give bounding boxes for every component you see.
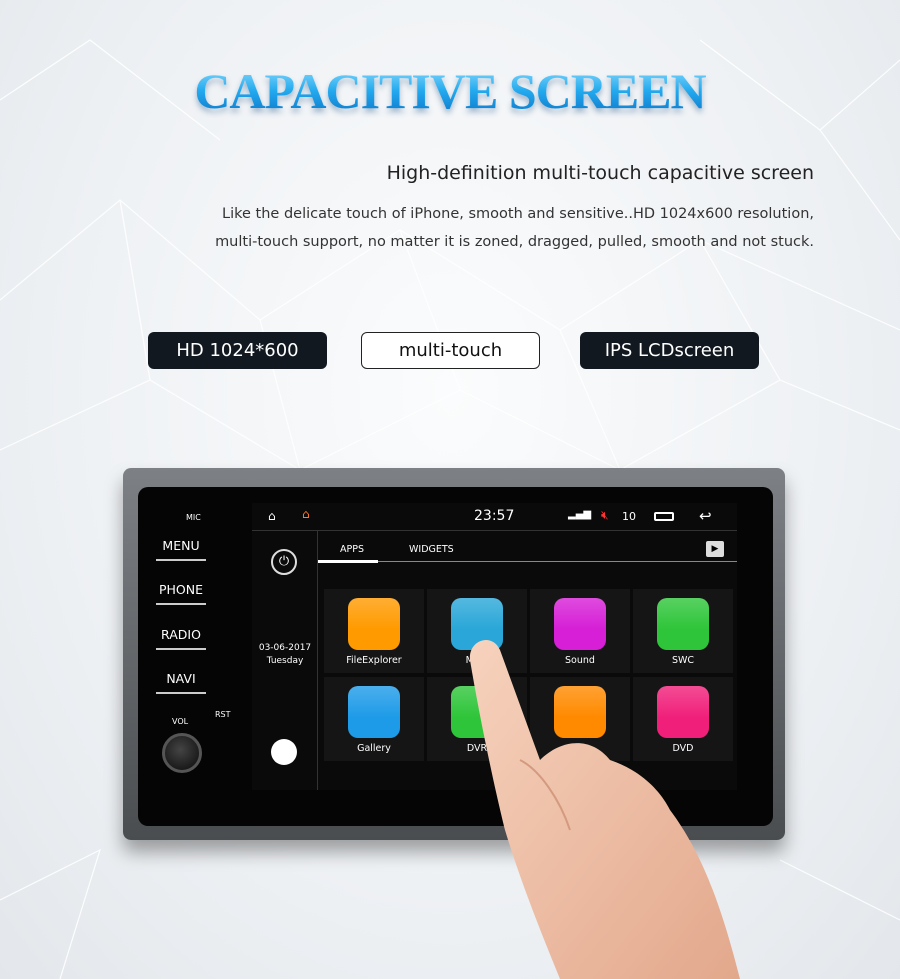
- hand-illustration: [469, 639, 740, 979]
